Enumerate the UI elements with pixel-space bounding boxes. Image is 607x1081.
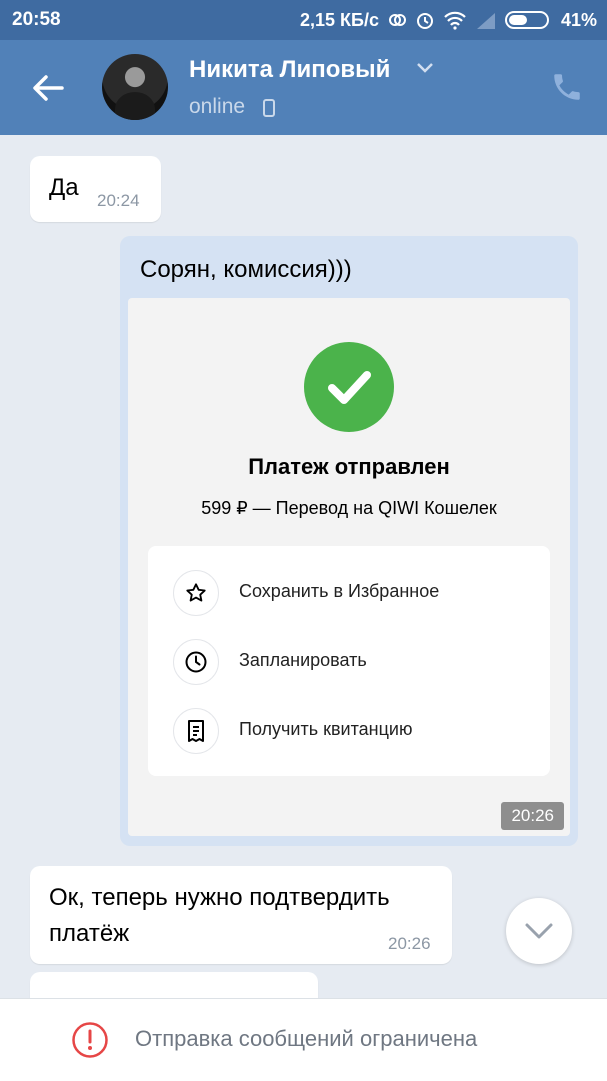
- avatar[interactable]: [102, 54, 168, 120]
- save-favorites-action[interactable]: Сохранить в Избранное: [148, 564, 550, 624]
- contact-name[interactable]: Никита Липовый: [189, 56, 390, 84]
- status-time: 20:58: [12, 9, 61, 30]
- payment-actions: Сохранить в Избранное Запланировать Полу…: [148, 546, 550, 776]
- network-speed: 2,15 КБ/с: [299, 9, 379, 30]
- action-label: Сохранить в Избранное: [239, 581, 440, 601]
- payment-subtitle: 599 ₽ — Перевод на QIWI Кошелек: [201, 498, 497, 518]
- get-receipt-action[interactable]: Получить квитанцию: [148, 702, 550, 762]
- message-text: Сорян, комиссия))): [140, 256, 352, 283]
- schedule-action[interactable]: Запланировать: [148, 633, 550, 693]
- restricted-text: Отправка сообщений ограничена: [135, 1026, 478, 1051]
- chevron-down-icon: [525, 923, 553, 939]
- message-time: 20:26: [501, 802, 564, 830]
- payment-title: Платеж отправлен: [248, 454, 450, 479]
- status-bar: 20:58 2,15 КБ/с 41%: [0, 0, 607, 40]
- message-time: 20:26: [388, 934, 431, 953]
- sync-icon: [387, 10, 407, 30]
- phone-call-icon: [554, 74, 580, 100]
- action-label: Запланировать: [239, 650, 367, 670]
- presence-status: online: [189, 95, 246, 118]
- call-button[interactable]: [550, 70, 584, 104]
- message-text: Да: [49, 174, 79, 201]
- back-arrow-icon: [33, 75, 64, 101]
- alarm-icon: [415, 10, 435, 30]
- star-icon: [173, 570, 219, 616]
- message-bubble-incoming[interactable]: Да 20:24: [30, 156, 161, 222]
- action-label: Получить квитанцию: [239, 719, 413, 739]
- wifi-icon: [443, 10, 467, 30]
- mobile-phone-icon: [263, 99, 275, 117]
- battery-percent: 41%: [560, 9, 597, 30]
- chat-header: Никита Липовый online: [0, 40, 607, 135]
- clock-icon: [173, 639, 219, 685]
- chevron-down-icon[interactable]: [416, 62, 434, 74]
- message-time: 20:24: [97, 191, 140, 210]
- message-text-line1: Ок, теперь нужно подтвердить: [49, 884, 390, 911]
- message-bubble-outgoing[interactable]: Сорян, комиссия))) Платеж отправлен 599 …: [120, 236, 578, 846]
- signal-icon: [475, 11, 497, 29]
- message-bubble-incoming[interactable]: Ок, теперь нужно подтвердить платёж 20:2…: [30, 866, 452, 964]
- scroll-down-button[interactable]: [506, 898, 572, 964]
- message-text-line2: платёж: [49, 920, 130, 947]
- battery-icon: [504, 9, 553, 31]
- warning-icon: [72, 1022, 108, 1058]
- messaging-restricted-bar: Отправка сообщений ограничена: [0, 998, 607, 1081]
- success-check-icon: [304, 342, 394, 432]
- status-icons: 2,15 КБ/с 41%: [300, 9, 597, 31]
- payment-card[interactable]: Платеж отправлен 599 ₽ — Перевод на QIWI…: [128, 298, 570, 836]
- back-button[interactable]: [28, 70, 68, 106]
- receipt-icon: [173, 708, 219, 754]
